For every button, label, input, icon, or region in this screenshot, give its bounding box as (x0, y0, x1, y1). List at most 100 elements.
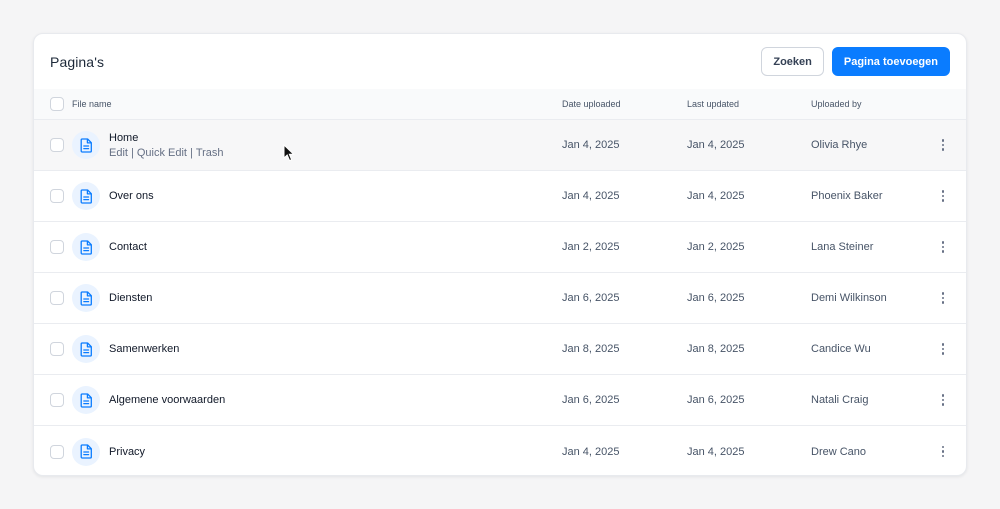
select-all-checkbox[interactable] (50, 97, 64, 111)
table-row[interactable]: Diensten Jan 6, 2025 Jan 6, 2025 Demi Wi… (34, 273, 966, 324)
date-uploaded: Jan 6, 2025 (562, 292, 620, 304)
name-block: Over ons (109, 190, 154, 202)
row-menu-button[interactable] (935, 292, 951, 304)
file-name-cell: Algemene voorwaarden (72, 386, 225, 414)
separator: | (189, 146, 193, 159)
card-header: Pagina's Zoeken Pagina toevoegen (34, 34, 966, 89)
file-icon (80, 444, 92, 459)
file-icon (80, 290, 92, 306)
more-vertical-icon (941, 343, 945, 355)
file-icon-badge (72, 182, 100, 210)
name-block: Diensten (109, 292, 152, 304)
column-header-file-name[interactable]: File name (72, 99, 112, 109)
more-vertical-icon (941, 190, 945, 202)
file-name-cell: Diensten (72, 284, 152, 312)
row-checkbox[interactable] (50, 342, 64, 356)
file-icon-badge (72, 284, 100, 312)
file-icon-badge (72, 386, 100, 414)
file-icon (80, 239, 92, 255)
add-page-button[interactable]: Pagina toevoegen (831, 47, 950, 76)
uploaded-by: Lana Steiner (811, 241, 874, 253)
table-row[interactable]: Privacy Jan 4, 2025 Jan 4, 2025 Drew Can… (34, 426, 966, 475)
file-name[interactable]: Contact (109, 241, 147, 253)
more-vertical-icon (941, 241, 945, 253)
name-block: Contact (109, 241, 147, 253)
more-vertical-icon (941, 394, 945, 406)
row-checkbox[interactable] (50, 189, 64, 203)
table-row[interactable]: Contact Jan 2, 2025 Jan 2, 2025 Lana Ste… (34, 222, 966, 273)
row-checkbox[interactable] (50, 291, 64, 305)
date-uploaded: Jan 8, 2025 (562, 343, 620, 355)
row-menu-button[interactable] (935, 445, 951, 458)
last-updated: Jan 6, 2025 (687, 394, 745, 406)
date-uploaded: Jan 4, 2025 (562, 190, 620, 202)
last-updated: Jan 8, 2025 (687, 343, 745, 355)
pages-card: Pagina's Zoeken Pagina toevoegen File na… (33, 33, 967, 476)
file-icon (80, 137, 92, 153)
file-name-cell: Over ons (72, 182, 154, 210)
file-icon (80, 341, 92, 357)
table-header: File name Date uploaded Last updated Upl… (34, 89, 966, 120)
file-icon-badge (72, 233, 100, 261)
last-updated: Jan 4, 2025 (687, 190, 745, 202)
column-header-date-uploaded[interactable]: Date uploaded (562, 99, 621, 109)
file-name[interactable]: Privacy (109, 446, 145, 458)
table-row[interactable]: Home Edit | Quick Edit | Trash Jan 4, 2025 J… (34, 120, 966, 171)
uploaded-by: Olivia Rhye (811, 139, 868, 151)
uploaded-by: Candice Wu (811, 343, 871, 355)
file-name[interactable]: Diensten (109, 292, 152, 304)
table-body: Home Edit | Quick Edit | Trash Jan 4, 2025 J… (34, 120, 966, 475)
page-title: Pagina's (50, 53, 105, 70)
row-menu-button[interactable] (935, 139, 951, 151)
date-uploaded: Jan 4, 2025 (562, 139, 620, 151)
uploaded-by: Phoenix Baker (811, 190, 883, 202)
separator: | (130, 146, 134, 159)
more-vertical-icon (941, 139, 945, 151)
name-block: Home Edit | Quick Edit | Trash (109, 132, 224, 159)
date-uploaded: Jan 6, 2025 (562, 394, 620, 406)
column-header-last-updated[interactable]: Last updated (687, 99, 739, 109)
file-name[interactable]: Over ons (109, 190, 154, 202)
mouse-cursor-icon (283, 144, 295, 162)
name-block: Algemene voorwaarden (109, 394, 225, 406)
quick-edit-link[interactable]: Quick Edit (137, 147, 187, 159)
file-name[interactable]: Home (109, 132, 224, 144)
file-name-cell: Home Edit | Quick Edit | Trash (72, 131, 224, 159)
trash-link[interactable]: Trash (196, 147, 224, 159)
file-name-cell: Contact (72, 233, 147, 261)
last-updated: Jan 6, 2025 (687, 292, 745, 304)
row-checkbox[interactable] (50, 393, 64, 407)
last-updated: Jan 2, 2025 (687, 241, 745, 253)
file-name-cell: Samenwerken (72, 335, 179, 363)
table-row[interactable]: Samenwerken Jan 8, 2025 Jan 8, 2025 Cand… (34, 324, 966, 375)
edit-link[interactable]: Edit (109, 147, 128, 159)
table-row[interactable]: Over ons Jan 4, 2025 Jan 4, 2025 Phoenix… (34, 171, 966, 222)
row-checkbox[interactable] (50, 240, 64, 254)
file-name[interactable]: Algemene voorwaarden (109, 394, 225, 406)
row-checkbox[interactable] (50, 444, 64, 459)
file-icon (80, 188, 92, 204)
row-checkbox[interactable] (50, 138, 64, 152)
row-hover-actions: Edit | Quick Edit | Trash (109, 147, 224, 159)
more-vertical-icon (941, 292, 945, 304)
date-uploaded: Jan 4, 2025 (562, 445, 620, 458)
row-menu-button[interactable] (935, 241, 951, 253)
file-icon-badge (72, 131, 100, 159)
last-updated: Jan 4, 2025 (687, 139, 745, 151)
row-menu-button[interactable] (935, 343, 951, 355)
column-header-uploaded-by[interactable]: Uploaded by (811, 99, 862, 109)
uploaded-by: Natali Craig (811, 394, 869, 406)
date-uploaded: Jan 2, 2025 (562, 241, 620, 253)
name-block: Privacy (109, 446, 145, 458)
row-menu-button[interactable] (935, 394, 951, 406)
file-name[interactable]: Samenwerken (109, 343, 179, 355)
uploaded-by: Demi Wilkinson (811, 292, 887, 304)
search-button[interactable]: Zoeken (761, 47, 824, 76)
row-menu-button[interactable] (935, 190, 951, 202)
file-icon-badge (72, 437, 100, 466)
last-updated: Jan 4, 2025 (687, 445, 745, 458)
more-vertical-icon (941, 445, 945, 458)
header-actions: Zoeken Pagina toevoegen (761, 47, 950, 76)
table-row[interactable]: Algemene voorwaarden Jan 6, 2025 Jan 6, … (34, 375, 966, 426)
name-block: Samenwerken (109, 343, 179, 355)
